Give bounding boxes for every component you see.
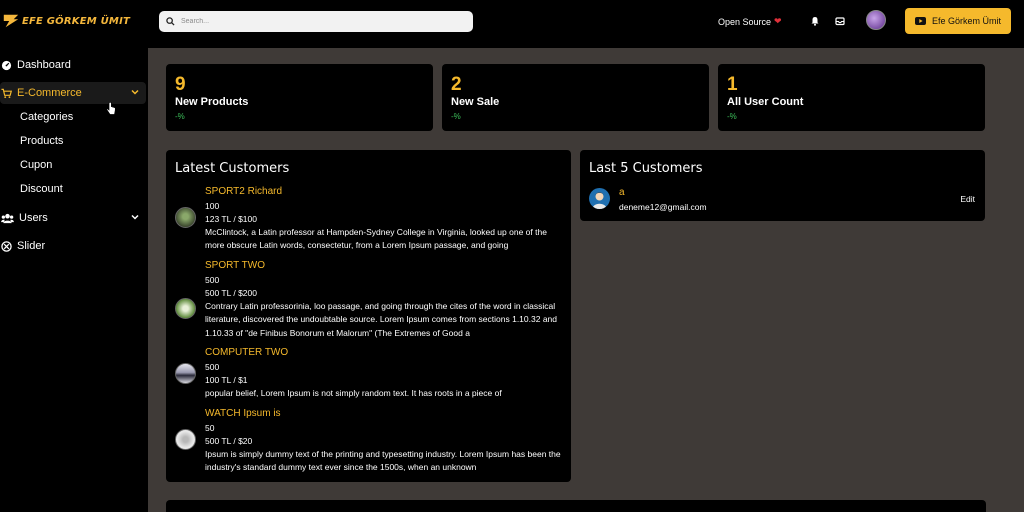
sidebar-item-dashboard[interactable]: Dashboard <box>0 54 146 76</box>
mouse-cursor-icon <box>106 102 116 115</box>
stat-label: All User Count <box>727 96 804 108</box>
stat-change: -% <box>175 112 185 121</box>
product-stock: 500 <box>205 275 220 285</box>
sidebar-item-users[interactable]: Users <box>0 207 146 229</box>
sidebar: Dashboard E-Commerce Categories Products… <box>0 48 148 512</box>
last-5-customers-panel: Last 5 Customers a deneme12@gmail.com Ed… <box>580 150 985 221</box>
sidebar-subitem-cupon[interactable]: Cupon <box>20 159 52 171</box>
customer-avatar <box>589 188 610 209</box>
product-stock: 50 <box>205 423 215 433</box>
sidebar-item-label: Dashboard <box>17 59 71 71</box>
search-bar[interactable] <box>159 11 473 32</box>
product-description: popular belief, Lorem Ipsum is not simpl… <box>205 388 502 398</box>
product-thumbnail <box>175 363 196 384</box>
open-source-link[interactable]: Open Source ❤ <box>718 16 782 27</box>
panel-title: Latest Customers <box>175 161 290 176</box>
sidebar-item-label: E-Commerce <box>17 87 82 99</box>
product-price: 123 TL / $100 <box>205 214 257 224</box>
list-item[interactable]: COMPUTER TWO 500 100 TL / $1 popular bel… <box>166 347 571 401</box>
list-item[interactable]: SPORT TWO 500 500 TL / $200 Contrary Lat… <box>166 260 571 340</box>
heart-icon: ❤ <box>774 16 782 26</box>
inbox-button[interactable] <box>834 15 846 27</box>
chevron-down-icon <box>131 214 139 220</box>
product-stock: 500 <box>205 362 220 372</box>
stat-label: New Sale <box>451 96 500 108</box>
logo-text: EFE GÖRKEM ÜMIT <box>22 15 131 27</box>
product-description: McClintock, a Latin professor at Hampden… <box>205 227 547 251</box>
sidebar-item-slider[interactable]: Slider <box>0 235 146 257</box>
stat-card-new-products[interactable]: 9 New Products -% <box>166 64 433 131</box>
customer-email: deneme12@gmail.com <box>619 202 707 212</box>
search-icon <box>166 17 175 26</box>
sidebar-item-label: Users <box>19 212 48 224</box>
inbox-icon <box>835 17 845 26</box>
customer-name: a <box>619 187 625 198</box>
bottom-panel <box>166 500 986 512</box>
user-avatar[interactable] <box>866 10 886 30</box>
list-item[interactable]: WATCH Ipsum is 50 500 TL / $20 Ipsum is … <box>166 408 571 476</box>
latest-customers-panel: Latest Customers SPORT2 Richard 100 123 … <box>166 150 571 482</box>
youtube-button-label: Efe Görkem Ümit <box>931 16 1001 26</box>
product-name: SPORT TWO <box>205 260 266 271</box>
search-input[interactable] <box>181 18 461 25</box>
sidebar-subitem-products[interactable]: Products <box>20 135 63 147</box>
stat-change: -% <box>451 112 461 121</box>
dashboard-icon <box>1 60 12 70</box>
top-bar: EFE GÖRKEM ÜMIT Open Source ❤ Efe Görkem… <box>0 0 1024 48</box>
product-thumbnail <box>175 298 196 319</box>
product-description: Ipsum is simply dummy text of the printi… <box>205 449 561 473</box>
product-name: WATCH Ipsum is <box>205 408 281 419</box>
product-price: 500 TL / $20 <box>205 436 253 446</box>
edit-customer-button[interactable]: Edit <box>960 194 975 204</box>
bell-icon <box>811 17 819 26</box>
stat-change: -% <box>727 112 737 121</box>
product-stock: 100 <box>205 201 220 211</box>
stat-number: 9 <box>175 74 186 95</box>
product-name: SPORT2 Richard <box>205 186 283 197</box>
sidebar-item-ecommerce[interactable]: E-Commerce <box>0 82 146 104</box>
list-item[interactable]: SPORT2 Richard 100 123 TL / $100 McClint… <box>166 186 571 254</box>
open-source-label: Open Source <box>718 16 772 27</box>
notifications-button[interactable] <box>809 15 821 27</box>
youtube-channel-button[interactable]: Efe Görkem Ümit <box>905 8 1011 34</box>
product-price: 500 TL / $200 <box>205 288 257 298</box>
cart-icon <box>1 88 12 98</box>
stat-card-user-count[interactable]: 1 All User Count -% <box>718 64 985 131</box>
stat-number: 1 <box>727 74 738 95</box>
product-name: COMPUTER TWO <box>205 347 289 358</box>
chevron-down-icon <box>131 89 139 95</box>
sidebar-subitem-discount[interactable]: Discount <box>20 183 63 195</box>
slider-icon <box>1 240 12 252</box>
product-price: 100 TL / $1 <box>205 375 248 385</box>
logo-icon <box>3 14 19 28</box>
product-thumbnail <box>175 207 196 228</box>
sidebar-subitem-categories[interactable]: Categories <box>20 111 73 123</box>
stat-card-new-sale[interactable]: 2 New Sale -% <box>442 64 709 131</box>
product-thumbnail <box>175 429 196 450</box>
youtube-icon <box>914 17 926 25</box>
stat-number: 2 <box>451 74 462 95</box>
panel-title: Last 5 Customers <box>589 161 703 176</box>
users-icon <box>1 213 14 223</box>
stat-label: New Products <box>175 96 249 108</box>
app-logo[interactable]: EFE GÖRKEM ÜMIT <box>2 12 130 30</box>
product-description: Contrary Latin professorinia, loo passag… <box>205 301 557 338</box>
sidebar-item-label: Slider <box>17 240 46 252</box>
